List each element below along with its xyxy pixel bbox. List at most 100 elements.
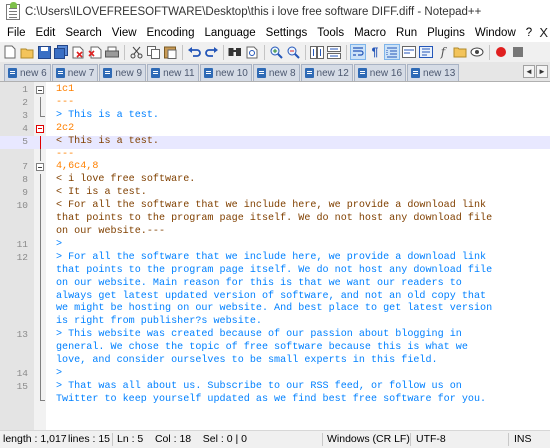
status-eol[interactable]: Windows (CR LF)	[327, 431, 410, 448]
tab-new-8[interactable]: new 8	[252, 64, 300, 81]
save-all-icon[interactable]	[53, 44, 69, 60]
status-insert-mode[interactable]: INS	[514, 431, 532, 448]
tab-new-10[interactable]: new 10	[199, 64, 252, 81]
tab-new-12[interactable]: new 12	[300, 64, 353, 81]
menu-macro[interactable]: Macro	[349, 24, 391, 42]
line-number: 1	[22, 84, 28, 95]
menu-search[interactable]: Search	[60, 24, 106, 42]
fold-line	[40, 213, 41, 226]
code-line[interactable]: 10 < For all the software that we include…	[0, 200, 550, 214]
record-macro-icon[interactable]	[493, 44, 509, 60]
text-editor[interactable]: 1 1c1 2 --- 3 > This is a test. 4 2c2 5 < This is…	[0, 82, 550, 430]
code-line[interactable]: 5 < This is a test.	[0, 135, 550, 149]
zoom-in-icon[interactable]	[268, 44, 284, 60]
cut-icon[interactable]	[128, 44, 144, 60]
tab-new-9[interactable]: new 9	[99, 64, 147, 81]
code-line[interactable]: 4 2c2	[0, 123, 550, 136]
undo-icon[interactable]	[186, 44, 202, 60]
code-line[interactable]: on our website. Main reason for this is …	[0, 277, 550, 291]
document-icon	[411, 68, 421, 78]
close-all-icon[interactable]	[87, 44, 103, 60]
code-line[interactable]: we might be hosting on our website. And …	[0, 303, 550, 317]
tab-new-7[interactable]: new 7	[51, 64, 99, 81]
code-line[interactable]: 2 ---	[0, 96, 550, 110]
menu-language[interactable]: Language	[199, 24, 260, 42]
tab-new-13[interactable]: new 13	[407, 64, 460, 81]
menu-settings[interactable]: Settings	[261, 24, 313, 42]
zoom-out-icon[interactable]	[285, 44, 301, 60]
status-encoding[interactable]: UTF-8	[416, 431, 446, 448]
copy-icon[interactable]	[145, 44, 161, 60]
open-file-icon[interactable]	[19, 44, 35, 60]
function-list-icon[interactable]: f	[435, 44, 451, 60]
menu-file[interactable]: File	[2, 24, 31, 42]
tab-new-11[interactable]: new 11	[147, 64, 199, 81]
tab-new-6[interactable]: new 6	[4, 64, 51, 81]
code-line[interactable]: general. We chose the topic of free soft…	[0, 342, 550, 356]
code-segment: ---	[56, 148, 75, 160]
close-icon[interactable]	[70, 44, 86, 60]
stop-macro-icon[interactable]	[510, 44, 526, 60]
code-line[interactable]: 15 > That was all about us. Subscribe to …	[0, 380, 550, 394]
monitoring-icon[interactable]	[469, 44, 485, 60]
title-bar: C:\Users\ILOVEFREESOFTWARE\Desktop\this …	[0, 0, 550, 24]
code-line[interactable]: ---	[0, 148, 550, 162]
new-file-icon[interactable]	[2, 44, 18, 60]
code-line[interactable]: 13 > This website was created because of …	[0, 329, 550, 343]
user-language-icon[interactable]	[401, 44, 417, 60]
close-document-button[interactable]: X	[539, 24, 548, 42]
code-line[interactable]: always get latest updated version of sof…	[0, 290, 550, 304]
menu-encoding[interactable]: Encoding	[142, 24, 200, 42]
line-number: 5	[22, 135, 28, 147]
code-line[interactable]: Twitter to keep yourself updated as we f…	[0, 393, 550, 407]
folder-workspace-icon[interactable]	[452, 44, 468, 60]
code-line[interactable]: 1 1c1	[0, 84, 550, 97]
word-wrap-icon[interactable]	[350, 44, 366, 60]
fold-collapse-icon[interactable]	[36, 124, 44, 133]
code-line[interactable]: love, and consider ourselves to be small…	[0, 355, 550, 368]
paste-icon[interactable]	[162, 44, 178, 60]
code-segment: < For all the software that we include h…	[56, 200, 487, 212]
code-line[interactable]: 8 < i love free software.	[0, 174, 550, 188]
code-line[interactable]: is right from publisher?s website.	[0, 316, 550, 330]
tab-scroll-left-button[interactable]: ◄	[523, 65, 535, 78]
menu-tools[interactable]: Tools	[312, 24, 349, 42]
print-icon[interactable]	[104, 44, 120, 60]
show-all-characters-icon[interactable]: ¶	[367, 44, 383, 60]
code-line[interactable]: that points to the program page itself. …	[0, 213, 550, 226]
fold-collapse-icon[interactable]	[36, 86, 44, 94]
line-number: 11	[16, 238, 28, 250]
code-line[interactable]: 3 > This is a test.	[0, 109, 550, 123]
code-line[interactable]: 7 4,6c4,8	[0, 161, 550, 174]
sync-vertical-icon[interactable]	[309, 44, 325, 60]
document-icon	[203, 68, 213, 78]
toolbar-separator	[489, 44, 490, 60]
find-icon[interactable]	[227, 44, 243, 60]
status-divider	[508, 433, 509, 446]
sync-horizontal-icon[interactable]	[326, 44, 342, 60]
code-line[interactable]: 9 < It is a test.	[0, 187, 550, 201]
code-segment: Twitter to keep yourself updated as we f…	[56, 393, 487, 405]
code-line[interactable]: 12 > For all the software that we include…	[0, 251, 550, 265]
menu-view[interactable]: View	[107, 24, 142, 42]
code-text: >	[56, 368, 62, 381]
fold-line	[40, 96, 41, 110]
code-line[interactable]: 11 >	[0, 238, 550, 252]
tab-new-16[interactable]: new 16	[353, 64, 407, 81]
indent-guide-icon[interactable]	[384, 44, 400, 60]
fold-line	[40, 200, 41, 214]
menu-edit[interactable]: Edit	[31, 24, 61, 42]
menu-plugins[interactable]: Plugins	[422, 24, 470, 42]
document-map-icon[interactable]	[418, 44, 434, 60]
code-line[interactable]: 14 >	[0, 367, 550, 381]
code-line[interactable]: that points to the program page itself. …	[0, 264, 550, 278]
fold-collapse-icon[interactable]	[36, 163, 44, 172]
replace-icon[interactable]	[244, 44, 260, 60]
menu-run[interactable]: Run	[391, 24, 422, 42]
code-line[interactable]: on our website.---	[0, 225, 550, 239]
redo-icon[interactable]	[203, 44, 219, 60]
tab-scroll-right-button[interactable]: ►	[536, 65, 548, 78]
save-icon[interactable]	[36, 44, 52, 60]
menu-window[interactable]: Window	[470, 24, 521, 42]
menu-help[interactable]: ?	[521, 24, 537, 42]
